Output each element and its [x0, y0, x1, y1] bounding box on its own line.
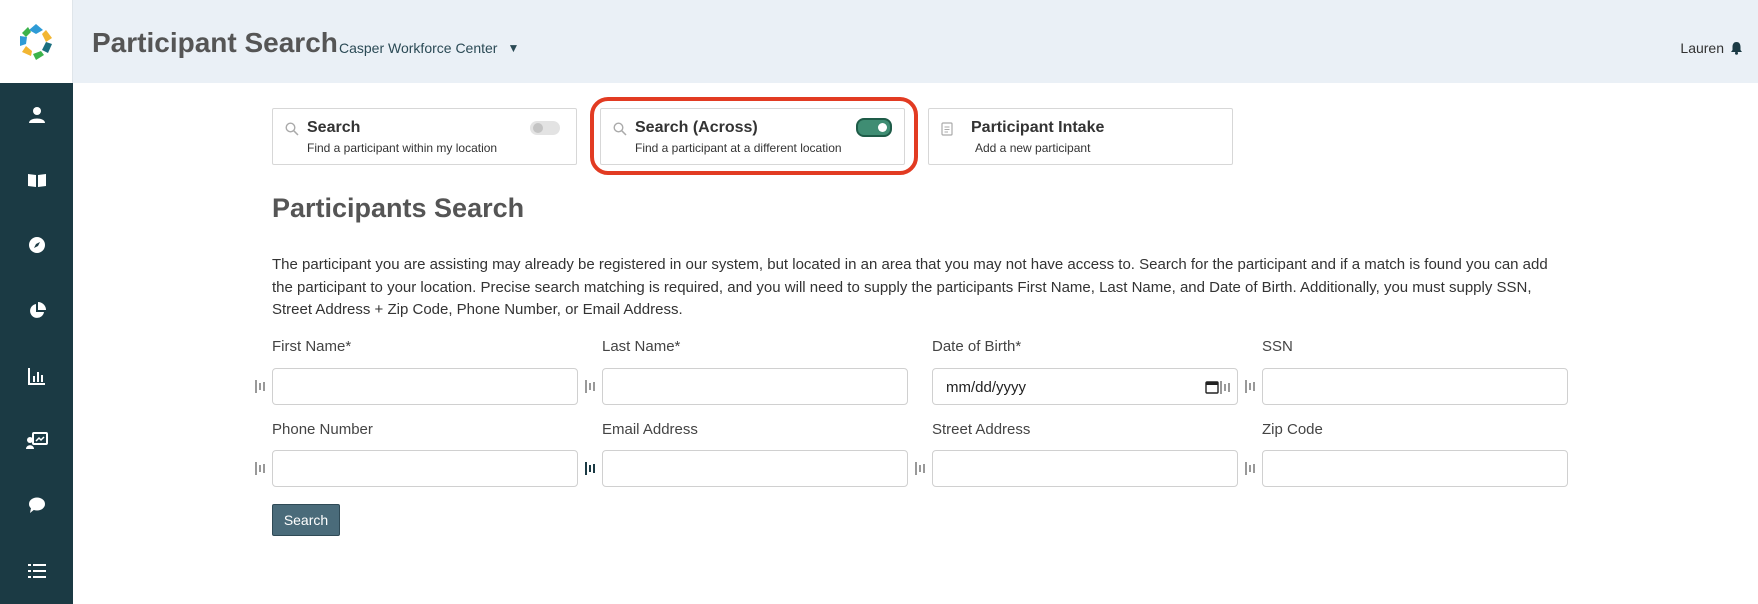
search-icon	[613, 122, 627, 136]
password-manager-icon[interactable]	[1244, 461, 1258, 476]
bar-chart-icon	[27, 368, 45, 385]
nav-messages[interactable]	[0, 485, 73, 525]
compass-icon	[28, 237, 45, 253]
mode-title: Participant Intake	[971, 119, 1105, 136]
section-title: Participants Search	[272, 193, 525, 223]
search-toggle[interactable]	[530, 121, 560, 135]
person-icon	[28, 107, 45, 123]
pie-chart-icon	[29, 302, 46, 318]
password-manager-icon[interactable]	[914, 461, 928, 476]
nav-training[interactable]	[0, 421, 73, 461]
email-address-label: Email Address	[602, 421, 698, 438]
password-manager-icon[interactable]	[254, 461, 268, 476]
zip-code-input[interactable]	[1262, 450, 1568, 487]
date-of-birth-input[interactable]: mm/dd/yyyy	[932, 368, 1238, 405]
search-instructions: The participant you are assisting may al…	[272, 256, 1548, 318]
top-header: Participant Search Casper Workforce Cent…	[73, 0, 1758, 83]
last-name-input[interactable]	[602, 368, 908, 405]
nav-resources[interactable]	[0, 160, 73, 200]
user-menu[interactable]: Lauren	[1680, 40, 1743, 56]
password-manager-icon[interactable]	[584, 461, 598, 476]
calendar-icon[interactable]	[1205, 380, 1219, 394]
mode-title: Search (Across)	[635, 119, 758, 136]
street-address-label: Street Address	[932, 421, 1031, 438]
location-dropdown[interactable]: Casper Workforce Center ▼	[339, 40, 519, 56]
phone-number-input[interactable]	[272, 450, 578, 487]
password-manager-icon[interactable]	[1219, 380, 1233, 395]
nav-analytics[interactable]	[0, 356, 73, 396]
ssn-input[interactable]	[1262, 368, 1568, 405]
ssn-label: SSN	[1262, 338, 1293, 355]
page-title: Participant Search	[92, 27, 338, 58]
street-address-input[interactable]	[932, 450, 1238, 487]
search-across-toggle[interactable]	[856, 118, 892, 137]
mode-subtitle: Add a new participant	[975, 141, 1091, 155]
mode-subtitle: Find a participant within my location	[307, 141, 498, 155]
mode-card-participant-intake[interactable]: Participant Intake Add a new participant	[928, 108, 1233, 165]
user-name: Lauren	[1680, 40, 1724, 56]
caret-down-icon: ▼	[507, 41, 520, 55]
search-button[interactable]: Search	[272, 504, 340, 536]
book-icon	[27, 174, 46, 187]
first-name-input[interactable]	[272, 368, 578, 405]
date-placeholder: mm/dd/yyyy	[946, 379, 1027, 396]
mode-card-search-across[interactable]: Search (Across) Find a participant at a …	[600, 108, 905, 165]
presentation-icon	[25, 432, 48, 449]
location-label: Casper Workforce Center	[339, 40, 498, 56]
toggle-knob	[878, 123, 887, 132]
password-manager-icon[interactable]	[584, 379, 598, 394]
email-address-input[interactable]	[602, 450, 908, 487]
list-icon	[27, 564, 46, 578]
last-name-label: Last Name*	[602, 338, 681, 355]
toggle-knob	[533, 123, 543, 133]
mode-subtitle: Find a participant at a different locati…	[635, 141, 842, 155]
zip-code-label: Zip Code	[1262, 421, 1323, 438]
password-manager-icon[interactable]	[1244, 379, 1258, 394]
mode-title: Search	[307, 119, 361, 136]
search-icon	[285, 122, 299, 136]
password-manager-icon[interactable]	[254, 379, 268, 394]
document-icon	[941, 122, 953, 136]
nav-reports[interactable]	[0, 291, 73, 331]
app-logo[interactable]	[0, 0, 73, 83]
phone-number-label: Phone Number	[272, 421, 373, 438]
nav-participant[interactable]	[0, 95, 73, 135]
nav-explore[interactable]	[0, 225, 73, 265]
bell-icon[interactable]	[1730, 41, 1743, 55]
logo-icon	[20, 23, 52, 60]
mode-card-search[interactable]: Search Find a participant within my loca…	[272, 108, 577, 165]
sidebar	[0, 0, 73, 604]
chat-icon	[28, 497, 45, 513]
first-name-label: First Name*	[272, 338, 352, 355]
nav-list[interactable]	[0, 551, 73, 591]
date-of-birth-label: Date of Birth*	[932, 338, 1022, 355]
